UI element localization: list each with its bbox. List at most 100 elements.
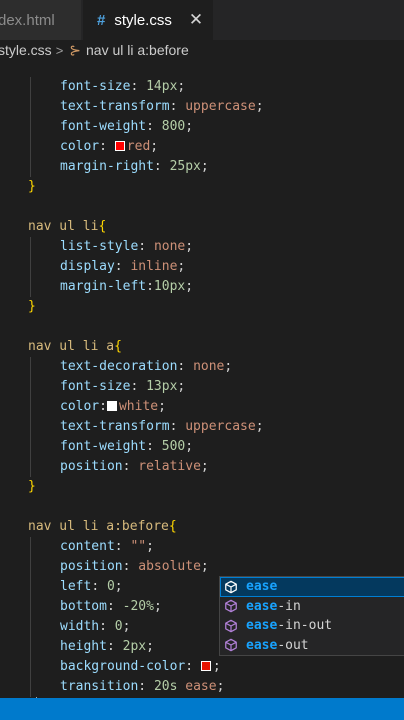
- semicolon: ;: [255, 99, 264, 114]
- breadcrumb-file[interactable]: style.css: [0, 42, 52, 58]
- suggestion-item[interactable]: ease-out: [220, 636, 404, 656]
- color-swatch: [106, 401, 117, 411]
- semicolon: ;: [255, 419, 264, 434]
- code-line: text-transform: uppercase;: [60, 97, 264, 117]
- suggestion-item[interactable]: ease: [220, 577, 404, 597]
- code-line: color: red;: [60, 137, 158, 157]
- code-line: content: "";: [60, 537, 154, 557]
- code-line: position: absolute;: [60, 557, 209, 577]
- suggestion-label: ease-in-out: [246, 618, 333, 634]
- semicolon: ;: [114, 579, 123, 594]
- code-line: }: [28, 297, 36, 317]
- css-value: relative: [138, 459, 201, 474]
- css-value: ease: [185, 679, 217, 694]
- brace: }: [28, 179, 36, 194]
- code-line: width: 0;: [60, 617, 130, 637]
- css-property: margin-right: [60, 159, 154, 174]
- colon: :: [146, 279, 154, 294]
- hash-icon: #: [97, 11, 106, 29]
- code-line: margin-left:10px;: [60, 277, 193, 297]
- semicolon: ;: [185, 119, 194, 134]
- colon: :: [99, 139, 115, 154]
- suggestion-label: ease: [246, 579, 278, 595]
- colon: :: [146, 439, 162, 454]
- css-value: absolute: [138, 559, 201, 574]
- colon: :: [114, 259, 131, 274]
- cube-icon: [225, 638, 237, 652]
- brace: {: [98, 219, 107, 234]
- css-property: font-weight: [60, 439, 147, 454]
- code-line: text-decoration: none;: [60, 357, 232, 377]
- code-line: font-size: 13px;: [60, 377, 185, 397]
- colon: :: [169, 99, 186, 114]
- css-value: 800: [161, 119, 186, 134]
- colon: :: [138, 679, 154, 694]
- brace: {: [168, 519, 177, 534]
- code-line: position: relative;: [60, 457, 209, 477]
- semicolon: ;: [200, 459, 209, 474]
- colon: :: [114, 539, 131, 554]
- semicolon: ;: [150, 139, 159, 154]
- chevron-right-icon: >: [55, 42, 64, 58]
- colon: :: [185, 659, 201, 674]
- css-property: text-transform: [60, 99, 170, 114]
- css-value: none: [153, 239, 186, 254]
- cube-icon: [225, 580, 237, 594]
- code-line: transition: 20s ease;: [60, 677, 224, 697]
- semicolon: ;: [200, 559, 209, 574]
- semicolon: ;: [216, 679, 225, 694]
- css-value: uppercase: [185, 99, 256, 114]
- colon: :: [146, 119, 162, 134]
- colon: :: [99, 619, 115, 634]
- code-line: nav ul li a:before{: [28, 517, 177, 537]
- suggestion-item[interactable]: ease-in: [220, 597, 404, 617]
- breadcrumb: style.css > ⊱ nav ul li a:before: [0, 40, 404, 60]
- css-property: font-size: [60, 79, 131, 94]
- code-line: left: 0;: [60, 577, 123, 597]
- css-property: position: [60, 459, 123, 474]
- code-line: font-weight: 500;: [60, 437, 193, 457]
- css-property: bottom: [60, 599, 107, 614]
- css-value: 2px: [122, 639, 147, 654]
- close-icon[interactable]: ✕: [189, 10, 203, 30]
- suggestion-label: ease-out: [246, 637, 309, 653]
- css-property: display: [60, 259, 115, 274]
- semicolon: ;: [177, 79, 186, 94]
- tab-label: style.css: [114, 11, 172, 29]
- tab-bar: dex.html # style.css ✕: [0, 0, 404, 40]
- css-property: width: [60, 619, 100, 634]
- symbol-icon: ⊱: [69, 41, 82, 58]
- css-value: uppercase: [185, 419, 256, 434]
- semicolon: ;: [185, 279, 194, 294]
- css-property: background-color: [60, 659, 186, 674]
- semicolon: ;: [177, 259, 186, 274]
- semicolon: ;: [146, 639, 154, 654]
- colon: :: [106, 639, 123, 654]
- brace: }: [28, 299, 36, 314]
- css-property: left: [60, 579, 92, 594]
- tab-style-css[interactable]: # style.css ✕: [83, 0, 213, 40]
- semicolon: ;: [200, 159, 209, 174]
- css-property: position: [60, 559, 123, 574]
- colon: :: [138, 239, 154, 254]
- colon: :: [106, 599, 123, 614]
- tab-index-html[interactable]: dex.html: [0, 0, 82, 40]
- css-value: none: [193, 359, 225, 374]
- autocomplete-popup: ease ease-in ease-in-out ease-out: [219, 576, 404, 656]
- code-line: nav ul li a{: [28, 337, 122, 357]
- colon: :: [130, 79, 147, 94]
- status-bar: [0, 698, 404, 720]
- css-property: color: [60, 139, 100, 154]
- css-property: font-weight: [60, 119, 147, 134]
- colon: :: [91, 579, 107, 594]
- code-line: text-transform: uppercase;: [60, 417, 264, 437]
- colon: :: [122, 459, 139, 474]
- css-selector: nav ul li a:before: [28, 519, 169, 534]
- suggestion-item[interactable]: ease-in-out: [220, 616, 404, 636]
- css-property: list-style: [60, 239, 139, 254]
- code-line: margin-right: 25px;: [60, 157, 209, 177]
- css-value: 0: [106, 579, 115, 594]
- code-line: display: inline;: [60, 257, 185, 277]
- breadcrumb-symbol[interactable]: nav ul li a:before: [86, 42, 189, 58]
- colon: :: [177, 359, 194, 374]
